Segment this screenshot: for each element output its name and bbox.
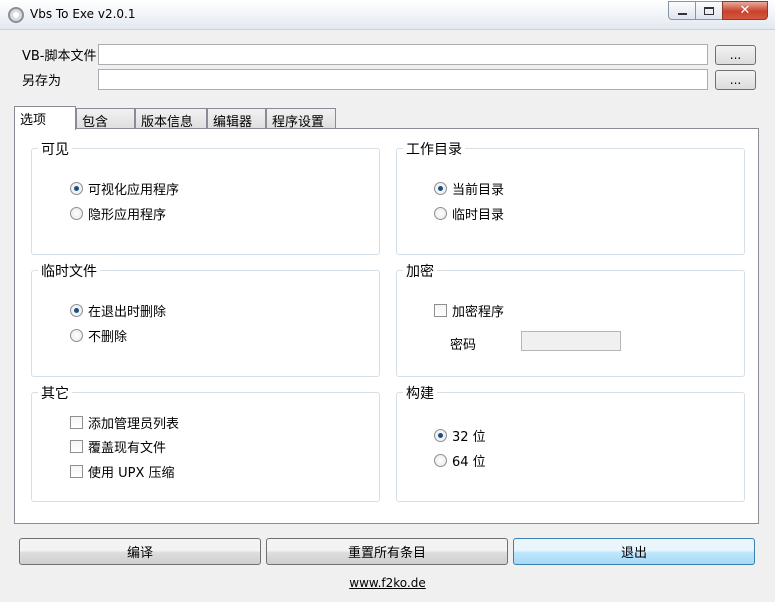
minimize-button[interactable] bbox=[668, 1, 696, 20]
minimize-icon bbox=[677, 12, 687, 15]
save-as-input[interactable] bbox=[98, 69, 708, 90]
temp-dir-radio[interactable]: 临时目录 bbox=[434, 204, 504, 223]
reset-all-button[interactable]: 重置所有条目 bbox=[266, 538, 508, 565]
script-file-label: VB-脚本文件 bbox=[22, 49, 97, 64]
no-delete-label: 不删除 bbox=[88, 330, 128, 345]
maximize-icon bbox=[704, 6, 714, 15]
build-group: 构建 32 位 64 位 bbox=[396, 383, 745, 502]
radio-indicator[interactable] bbox=[70, 182, 83, 195]
browse-save-button[interactable]: ... bbox=[715, 70, 756, 90]
save-as-label: 另存为 bbox=[22, 74, 62, 89]
close-icon: ✕ bbox=[739, 3, 751, 18]
temp-files-group-title: 临时文件 bbox=[38, 261, 100, 281]
options-panel: 可见 可视化应用程序 隐形应用程序 工作目录 当前目录 临时目录 临时文件 在退… bbox=[14, 128, 759, 524]
upx-compress-checkbox[interactable]: 使用 UPX 压缩 bbox=[70, 462, 175, 481]
admin-manifest-checkbox[interactable]: 添加管理员列表 bbox=[70, 413, 179, 432]
hidden-app-radio[interactable]: 隐形应用程序 bbox=[70, 204, 166, 223]
admin-manifest-label: 添加管理员列表 bbox=[88, 417, 180, 432]
radio-indicator[interactable] bbox=[434, 429, 447, 442]
checkbox-indicator[interactable] bbox=[70, 440, 83, 453]
visibility-group: 可见 可视化应用程序 隐形应用程序 bbox=[31, 139, 380, 255]
tab-program-settings[interactable]: 程序设置 bbox=[266, 108, 336, 130]
upx-compress-label: 使用 UPX 压缩 bbox=[88, 466, 175, 481]
temp-files-group: 临时文件 在退出时删除 不删除 bbox=[31, 261, 380, 377]
visible-app-radio[interactable]: 可视化应用程序 bbox=[70, 179, 179, 198]
current-dir-label: 当前目录 bbox=[452, 183, 505, 198]
compile-button[interactable]: 编译 bbox=[19, 538, 261, 565]
browse-script-button[interactable]: ... bbox=[715, 45, 756, 65]
encrypt-program-checkbox[interactable]: 加密程序 bbox=[434, 301, 504, 320]
working-dir-group: 工作目录 当前目录 临时目录 bbox=[396, 139, 745, 255]
tab-options[interactable]: 选项 bbox=[14, 106, 76, 130]
radio-indicator[interactable] bbox=[70, 207, 83, 220]
checkbox-indicator[interactable] bbox=[70, 416, 83, 429]
encrypt-program-label: 加密程序 bbox=[452, 305, 505, 320]
overwrite-files-label: 覆盖现有文件 bbox=[88, 441, 167, 456]
tab-include[interactable]: 包含 bbox=[76, 108, 135, 130]
other-group-title: 其它 bbox=[38, 383, 72, 403]
build-64bit-radio[interactable]: 64 位 bbox=[434, 451, 486, 470]
temp-dir-label: 临时目录 bbox=[452, 208, 505, 223]
current-dir-radio[interactable]: 当前目录 bbox=[434, 179, 504, 198]
working-dir-group-title: 工作目录 bbox=[403, 139, 465, 159]
encryption-group: 加密 加密程序 密码 bbox=[396, 261, 745, 377]
radio-indicator[interactable] bbox=[70, 329, 83, 342]
radio-indicator[interactable] bbox=[434, 207, 447, 220]
tab-version-info[interactable]: 版本信息 bbox=[135, 108, 207, 130]
password-input[interactable] bbox=[521, 331, 621, 351]
checkbox-indicator[interactable] bbox=[70, 465, 83, 478]
build-32bit-label: 32 位 bbox=[452, 430, 486, 445]
title-bar: Vbs To Exe v2.0.1 ✕ bbox=[0, 0, 775, 30]
overwrite-files-checkbox[interactable]: 覆盖现有文件 bbox=[70, 437, 166, 456]
no-delete-radio[interactable]: 不删除 bbox=[70, 326, 127, 345]
password-label: 密码 bbox=[450, 338, 477, 353]
website-link[interactable]: www.f2ko.de bbox=[0, 576, 775, 590]
build-group-title: 构建 bbox=[403, 383, 437, 403]
radio-indicator[interactable] bbox=[70, 304, 83, 317]
visibility-group-title: 可见 bbox=[38, 139, 72, 159]
close-button[interactable]: ✕ bbox=[722, 1, 768, 20]
other-group: 其它 添加管理员列表 覆盖现有文件 使用 UPX 压缩 bbox=[31, 383, 380, 502]
window-controls: ✕ bbox=[668, 1, 768, 20]
window-title: Vbs To Exe v2.0.1 bbox=[30, 7, 136, 21]
delete-on-exit-radio[interactable]: 在退出时删除 bbox=[70, 301, 166, 320]
radio-indicator[interactable] bbox=[434, 454, 447, 467]
app-icon bbox=[8, 7, 24, 23]
exit-button[interactable]: 退出 bbox=[513, 538, 755, 565]
hidden-app-label: 隐形应用程序 bbox=[88, 208, 167, 223]
visible-app-label: 可视化应用程序 bbox=[88, 183, 180, 198]
checkbox-indicator[interactable] bbox=[434, 304, 447, 317]
delete-on-exit-label: 在退出时删除 bbox=[88, 305, 167, 320]
script-file-input[interactable] bbox=[98, 44, 708, 65]
radio-indicator[interactable] bbox=[434, 182, 447, 195]
encryption-group-title: 加密 bbox=[403, 261, 437, 281]
maximize-button[interactable] bbox=[695, 1, 723, 20]
build-32bit-radio[interactable]: 32 位 bbox=[434, 426, 486, 445]
build-64bit-label: 64 位 bbox=[452, 455, 486, 470]
tab-editor[interactable]: 编辑器 bbox=[207, 108, 266, 130]
